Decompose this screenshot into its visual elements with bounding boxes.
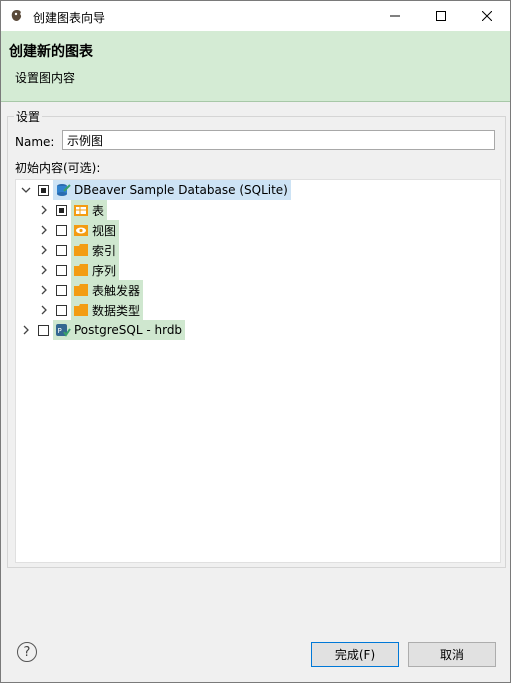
tree-label: 视图 bbox=[92, 223, 117, 238]
tree-row-datatypes[interactable]: 数据类型 bbox=[38, 300, 144, 320]
database-icon bbox=[55, 182, 71, 198]
tree-label: 表触发器 bbox=[92, 283, 141, 298]
wizard-subtitle: 设置图内容 bbox=[15, 71, 76, 85]
chevron-right-icon[interactable] bbox=[38, 284, 50, 296]
dbeaver-app-icon bbox=[11, 10, 22, 21]
chevron-right-icon[interactable] bbox=[38, 244, 50, 256]
tree-item-tables[interactable]: 表 bbox=[71, 200, 108, 220]
tree-label: 序列 bbox=[92, 263, 117, 278]
window-title: 创建图表向导 bbox=[33, 11, 106, 25]
minimize-icon bbox=[390, 15, 400, 17]
tree-row-triggers[interactable]: 表触发器 bbox=[38, 280, 144, 300]
initial-content-label: 初始内容(可选): bbox=[15, 161, 101, 175]
tree-item-sequences[interactable]: 序列 bbox=[71, 260, 120, 280]
tree-row-sqlite[interactable]: DBeaver Sample Database (SQLite) bbox=[20, 180, 291, 200]
checkbox-views[interactable] bbox=[56, 224, 67, 236]
checkbox-sqlite[interactable] bbox=[38, 184, 49, 196]
postgres-icon: P bbox=[55, 322, 71, 338]
folder-icon bbox=[73, 302, 89, 318]
tree-label: 表 bbox=[92, 203, 105, 218]
chevron-right-icon[interactable] bbox=[38, 304, 50, 316]
tree-row-postgres[interactable]: P PostgreSQL - hrdb bbox=[20, 320, 186, 340]
help-icon: ? bbox=[23, 644, 31, 660]
svg-text:P: P bbox=[58, 327, 62, 335]
wizard-title: 创建新的图表 bbox=[9, 44, 93, 60]
settings-group-label: 设置 bbox=[14, 108, 43, 125]
close-button[interactable] bbox=[464, 1, 510, 31]
tree-row-sequences[interactable]: 序列 bbox=[38, 260, 120, 280]
checkbox-tables[interactable] bbox=[56, 204, 67, 216]
table-folder-icon bbox=[73, 202, 89, 218]
wizard-banner: 创建新的图表 设置图内容 bbox=[1, 31, 510, 102]
checkbox-sequences[interactable] bbox=[56, 264, 67, 276]
tree-item-indexes[interactable]: 索引 bbox=[71, 240, 120, 260]
minimize-button[interactable] bbox=[372, 1, 418, 31]
dialog-window: 创建图表向导 创建新的图表 设置图内容 设置 Name: 初始内容(可选): bbox=[0, 0, 511, 683]
maximize-icon bbox=[436, 11, 446, 21]
chevron-down-icon[interactable] bbox=[20, 184, 32, 196]
cancel-button[interactable]: 取消 bbox=[408, 642, 496, 667]
tree-label: PostgreSQL - hrdb bbox=[74, 323, 183, 337]
tree-label: 索引 bbox=[92, 243, 117, 258]
folder-icon bbox=[73, 242, 89, 258]
tree-row-tables[interactable]: 表 bbox=[38, 200, 108, 220]
checkbox-postgres[interactable] bbox=[38, 324, 49, 336]
help-button[interactable]: ? bbox=[17, 642, 37, 662]
chevron-right-icon[interactable] bbox=[38, 204, 50, 216]
close-icon bbox=[482, 11, 492, 21]
content-tree[interactable]: DBeaver Sample Database (SQLite) 表 视图 索引… bbox=[15, 179, 501, 563]
chevron-right-icon[interactable] bbox=[38, 264, 50, 276]
tree-item-sqlite[interactable]: DBeaver Sample Database (SQLite) bbox=[53, 180, 291, 200]
checkbox-datatypes[interactable] bbox=[56, 304, 67, 316]
chevron-right-icon[interactable] bbox=[20, 324, 32, 336]
finish-button[interactable]: 完成(F) bbox=[311, 642, 399, 667]
folder-icon bbox=[73, 262, 89, 278]
tree-row-indexes[interactable]: 索引 bbox=[38, 240, 120, 260]
tree-label: DBeaver Sample Database (SQLite) bbox=[74, 183, 288, 197]
tree-item-triggers[interactable]: 表触发器 bbox=[71, 280, 144, 300]
tree-item-datatypes[interactable]: 数据类型 bbox=[71, 300, 144, 320]
checkbox-triggers[interactable] bbox=[56, 284, 67, 296]
name-label: Name: bbox=[15, 135, 55, 149]
tree-label: 数据类型 bbox=[92, 303, 141, 318]
title-bar: 创建图表向导 bbox=[1, 1, 510, 31]
tree-item-postgres[interactable]: P PostgreSQL - hrdb bbox=[53, 320, 186, 340]
name-input[interactable] bbox=[62, 130, 495, 150]
maximize-button[interactable] bbox=[418, 1, 464, 31]
view-folder-icon bbox=[73, 222, 89, 238]
tree-item-views[interactable]: 视图 bbox=[71, 220, 120, 240]
tree-row-views[interactable]: 视图 bbox=[38, 220, 120, 240]
chevron-right-icon[interactable] bbox=[38, 224, 50, 236]
checkbox-indexes[interactable] bbox=[56, 244, 67, 256]
folder-icon bbox=[73, 282, 89, 298]
